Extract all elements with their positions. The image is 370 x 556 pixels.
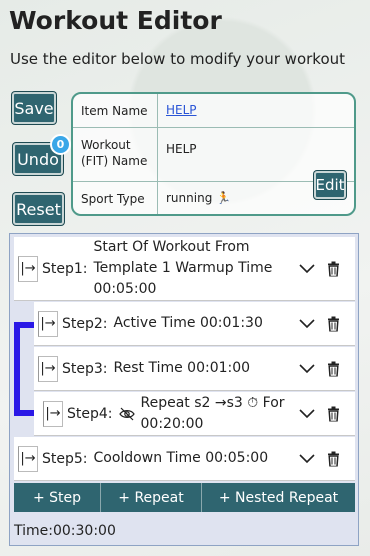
step-row-4[interactable]: |→ Step4: Repeat s2 →s3 ⏱ For 00:20:00 [34, 392, 355, 436]
trash-icon[interactable] [327, 316, 340, 331]
trash-icon[interactable] [327, 451, 340, 466]
step-row-2[interactable]: |→ Step2: Active Time 00:01:30 [34, 302, 355, 346]
step-description: Start Of Workout From Template 1 Warmup … [93, 239, 273, 297]
chevron-down-icon[interactable] [299, 453, 315, 464]
eye-slash-icon[interactable] [118, 407, 135, 421]
workout-name-label: Workout (FIT) Name [81, 138, 148, 168]
step-description: Rest Time 00:01:00 [113, 360, 251, 376]
drag-handle-icon[interactable]: |→ [38, 310, 58, 337]
item-name-label: Item Name [81, 104, 148, 118]
repeat-bracket-bottom [14, 410, 34, 416]
chevron-down-icon[interactable] [299, 318, 315, 329]
info-row-workout-name: Workout (FIT) Name HELP Edit [73, 128, 354, 199]
workout-name-value: HELP [166, 142, 197, 156]
step-description: Cooldown Time 00:05:00 [93, 450, 269, 466]
drag-handle-icon[interactable]: |→ [38, 355, 58, 382]
drag-handle-icon[interactable]: |→ [43, 400, 63, 427]
chevron-down-icon[interactable] [299, 408, 315, 419]
item-name-link[interactable]: HELP [166, 103, 197, 117]
drag-handle-icon[interactable]: |→ [18, 445, 38, 472]
step-row-5[interactable]: |→ Step5: Cooldown Time 00:05:00 [14, 437, 355, 481]
step-number: Step1: [42, 260, 88, 277]
chevron-down-icon[interactable] [299, 363, 315, 374]
add-step-button[interactable]: + Step [14, 483, 101, 512]
reset-button[interactable]: Reset [13, 193, 64, 225]
page-subtitle: Use the editor below to modify your work… [10, 50, 346, 68]
step-number: Step5: [42, 450, 88, 467]
step-row-3[interactable]: |→ Step3: Rest Time 00:01:00 [34, 347, 355, 391]
step-row-1[interactable]: |→ Step1: Start Of Workout From Template… [14, 237, 355, 301]
add-nested-repeat-button[interactable]: + Nested Repeat [202, 483, 355, 512]
undo-count-badge: 0 [50, 134, 71, 155]
trash-icon[interactable] [327, 406, 340, 421]
step-number: Step3: [62, 360, 108, 377]
step-number: Step4: [67, 405, 113, 422]
step-description: Repeat s2 →s3 ⏱ For 00:20:00 [140, 394, 285, 432]
sport-type-value: running 🏃 [166, 191, 232, 205]
add-actions-bar: + Step + Repeat + Nested Repeat [14, 483, 355, 512]
chevron-down-icon[interactable] [299, 263, 315, 274]
trash-icon[interactable] [327, 361, 340, 376]
save-button[interactable]: Save [12, 92, 56, 124]
info-row-sport-type: Sport Type running 🏃 [73, 182, 354, 214]
info-row-item-name: Item Name HELP [73, 94, 354, 128]
step-number: Step2: [62, 315, 108, 332]
step-description: Active Time 00:01:30 [113, 315, 263, 331]
drag-handle-icon[interactable]: |→ [18, 255, 38, 282]
total-time: Time:00:30:00 [14, 523, 116, 539]
repeat-bracket-vertical [14, 322, 20, 416]
trash-icon[interactable] [327, 261, 340, 276]
add-repeat-button[interactable]: + Repeat [101, 483, 202, 512]
repeat-bracket-top [14, 322, 34, 328]
workout-info-table: Item Name HELP Workout (FIT) Name HELP E… [71, 92, 356, 216]
sport-type-label: Sport Type [81, 192, 145, 206]
page-title: Workout Editor [9, 6, 222, 35]
